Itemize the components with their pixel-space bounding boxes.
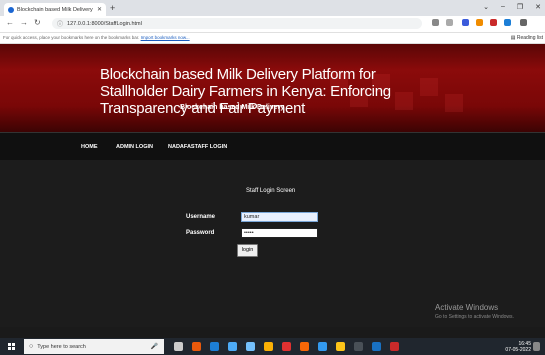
site-subtitle: Blockchain based Milk Delivery <box>180 104 285 111</box>
app-icon[interactable] <box>264 342 273 351</box>
back-icon[interactable]: ← <box>6 18 14 27</box>
app-icon[interactable] <box>246 342 255 351</box>
profile-icon[interactable] <box>504 19 511 26</box>
app-icon[interactable] <box>228 342 237 351</box>
new-tab-icon[interactable]: + <box>110 3 115 13</box>
banner-decoration <box>445 94 463 112</box>
notification-icon[interactable] <box>533 342 540 351</box>
watermark-subtitle: Go to Settings to activate Windows. <box>435 314 514 320</box>
extension-puzzle-icon[interactable] <box>490 19 497 26</box>
nav-admin-login[interactable]: ADMIN LOGIN <box>116 144 153 150</box>
app-icon[interactable] <box>390 342 399 351</box>
nav-nadafastaff-login[interactable]: NADAFASTAFF LOGIN <box>168 144 227 150</box>
favicon-icon <box>8 6 14 13</box>
tab-title: Blockchain based Milk Delivery <box>17 6 93 13</box>
bookmark-hint: For quick access, place your bookmarks h… <box>3 35 140 40</box>
app-icon[interactable] <box>300 342 309 351</box>
app-icon[interactable] <box>372 342 381 351</box>
forward-icon[interactable]: → <box>20 18 28 27</box>
edge-icon[interactable] <box>210 342 219 351</box>
extension-fox-icon[interactable] <box>476 19 483 26</box>
windows-start-icon[interactable] <box>8 343 15 350</box>
reading-list-button[interactable]: ▤ Reading list <box>511 33 543 43</box>
reading-list-label: Reading list <box>516 35 543 41</box>
import-bookmarks-link[interactable]: Import bookmarks now... <box>141 35 190 40</box>
main-nav: HOME ADMIN LOGIN NADAFASTAFF LOGIN <box>0 132 545 161</box>
extension-shield-icon[interactable] <box>462 19 469 26</box>
password-field[interactable]: ••••• <box>241 228 318 238</box>
address-bar[interactable]: ⓘ 127.0.0.1:8000/StaffLogin.html <box>52 18 422 29</box>
clock-date: 07-05-2022 <box>505 347 531 353</box>
close-window-icon[interactable]: ✕ <box>535 3 541 11</box>
username-label: Username <box>186 214 216 220</box>
info-icon[interactable]: ⓘ <box>57 19 63 28</box>
browser-tab[interactable]: Blockchain based Milk Delivery ✕ <box>4 3 106 16</box>
address-bar-row: ← → ↻ ⓘ 127.0.0.1:8000/StaffLogin.html <box>0 16 545 33</box>
file-explorer-icon[interactable] <box>336 342 345 351</box>
bookmarks-bar: For quick access, place your bookmarks h… <box>0 33 545 44</box>
chevron-down-icon[interactable]: ⌄ <box>483 3 489 11</box>
app-icon[interactable] <box>192 342 201 351</box>
mic-icon[interactable]: 🎤 <box>151 343 158 350</box>
browser-tab-strip: Blockchain based Milk Delivery ✕ + ⌄ – ❐… <box>0 0 545 16</box>
system-tray[interactable]: 16:45 07-05-2022 <box>505 341 531 353</box>
login-button[interactable]: login <box>237 244 258 257</box>
main-content <box>0 160 545 327</box>
activate-windows-watermark: Activate Windows Go to Settings to activ… <box>435 303 514 320</box>
window-controls: ⌄ – ❐ ✕ <box>483 3 541 11</box>
chrome-icon[interactable] <box>282 342 291 351</box>
reload-icon[interactable]: ↻ <box>34 18 41 27</box>
task-view-icon[interactable] <box>174 342 183 351</box>
minimize-icon[interactable]: – <box>501 3 505 11</box>
url-text: 127.0.0.1:8000/StaffLogin.html <box>67 20 142 27</box>
windows-taskbar: ○ Type here to search 🎤 16:45 07-05-2022 <box>0 338 545 355</box>
bookmark-star-icon[interactable] <box>446 19 453 26</box>
app-icon[interactable] <box>318 342 327 351</box>
username-field[interactable] <box>241 212 318 222</box>
menu-kebab-icon[interactable] <box>520 19 527 26</box>
search-placeholder: Type here to search <box>37 343 86 350</box>
watermark-title: Activate Windows <box>435 303 499 312</box>
close-tab-icon[interactable]: ✕ <box>97 6 102 13</box>
page-title: Staff Login Screen <box>246 188 296 194</box>
password-label: Password <box>186 230 215 236</box>
nav-home[interactable]: HOME <box>81 144 98 150</box>
share-icon[interactable] <box>432 19 439 26</box>
app-icon[interactable] <box>354 342 363 351</box>
taskbar-search[interactable]: ○ Type here to search 🎤 <box>24 339 164 354</box>
maximize-icon[interactable]: ❐ <box>517 3 523 11</box>
search-icon: ○ <box>29 343 34 350</box>
